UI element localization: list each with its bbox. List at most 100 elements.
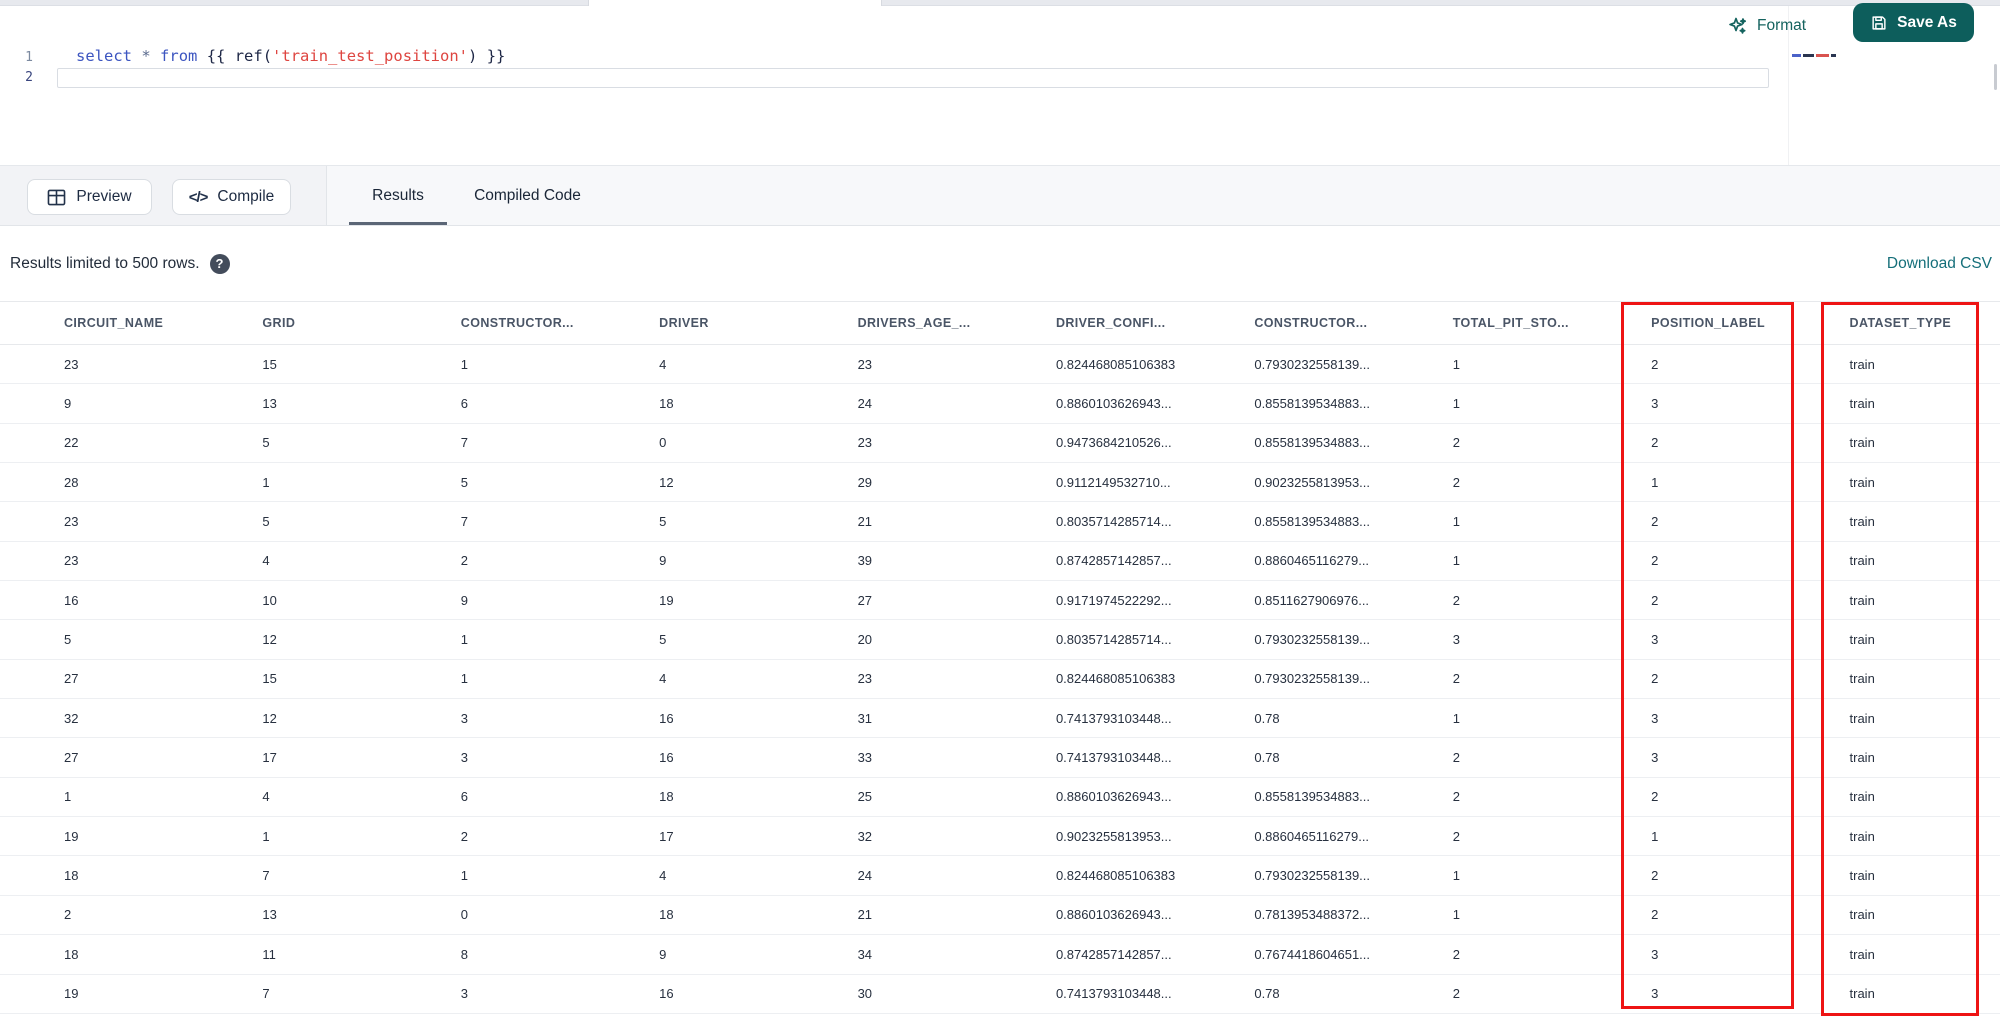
column-header[interactable]: DRIVER [659,316,857,330]
table-cell: 18 [659,789,674,805]
active-tab-underline [349,222,447,225]
column-header[interactable]: CIRCUIT_NAME [64,316,262,330]
jinja-close: }} [486,47,506,65]
table-cell: 17 [262,750,277,766]
ref-function: ref( [234,47,273,65]
table-cell: 2 [1651,435,1659,451]
editor-scrollbar[interactable] [1994,64,1997,90]
table-cell: train [1849,710,1875,726]
results-limit-text: Results limited to 500 rows. [10,254,200,272]
table-cell: 0.9023255813953... [1055,828,1172,844]
table-cell: 0.9171974522292... [1055,592,1172,608]
table-cell: 2 [1452,671,1460,687]
editor-minimap[interactable] [1792,54,1836,57]
table-cell: 2 [1651,553,1659,569]
table-cell: 7 [262,868,270,884]
table-cell: 0.8860103626943... [1055,396,1172,412]
table-row: 23 5 7 5 21 0.8035714285714... 0.8558139534883… [0,502,2000,542]
sparkles-icon [1728,16,1748,36]
save-as-label: Save As [1897,13,1957,31]
tab-compiled-code[interactable]: Compiled Code [455,166,600,225]
table-cell: train [1849,356,1875,372]
table-cell: 3 [1651,750,1659,766]
table-cell: 0.8860465116279... [1254,828,1370,844]
table-cell: 13 [262,396,277,412]
table-cell: 6 [460,396,469,412]
table-cell: 15 [262,671,277,687]
table-cell: 34 [857,946,873,962]
column-header[interactable]: CONSTRUCTOR... [1254,316,1452,330]
table-cell: 19 [64,986,79,1002]
preview-button[interactable]: Preview [27,179,152,215]
table-cell: 20 [857,632,873,648]
format-button[interactable]: Format [1728,16,1806,36]
table-row: 28 1 5 12 29 0.9112149532710... 0.902325581395… [0,463,2000,503]
compile-button[interactable]: </> Compile [172,179,291,215]
table-cell: train [1849,592,1875,608]
table-row: 23 15 1 4 23 0.824468085106383 0.7930232558139… [0,345,2000,385]
column-header[interactable]: GRID [262,316,460,330]
table-cell: 12 [659,474,674,490]
tab-results[interactable]: Results [349,166,447,225]
table-cell: 0.824468085106383 [1055,671,1176,687]
table-body: 23 15 1 4 23 0.824468085106383 0.7930232558139… [0,345,2000,1014]
column-header[interactable]: DATASET_TYPE [1850,316,2000,330]
table-cell: 27 [64,671,79,687]
results-table: CIRCUIT_NAME GRID CONSTRUCTOR... DRIVER DRIV… [0,301,2000,1020]
preview-label: Preview [76,188,132,205]
table-cell: 2 [1452,828,1460,844]
table-cell: 3 [460,750,469,766]
table-cell: 5 [262,435,270,451]
table-cell: 23 [857,671,873,687]
table-cell: 0.7930232558139... [1254,356,1371,372]
sql-editor[interactable]: 1 2 select * from {{ ref('train_test_pos… [0,6,2000,165]
code-line-1[interactable]: select * from {{ ref('train_test_positio… [76,47,505,65]
table-cell: 6 [460,789,469,805]
table-cell: 3 [1651,986,1659,1002]
table-cell: 0.7413793103448... [1055,750,1172,766]
column-header[interactable]: DRIVER_CONFI... [1056,316,1254,330]
table-cell: 10 [262,592,277,608]
table-row: 16 10 9 19 27 0.9171974522292... 0.85116279069… [0,581,2000,621]
table-row: 19 1 2 17 32 0.9023255813953... 0.886046511627… [0,817,2000,857]
table-cell: 2 [1651,514,1659,530]
file-tab-strip[interactable] [0,0,2000,6]
active-line-highlight[interactable] [57,68,1769,88]
table-cell: 9 [64,396,72,412]
column-header[interactable]: POSITION_LABEL [1651,316,1849,330]
table-cell: train [1849,750,1875,766]
table-cell: 7 [460,514,469,530]
table-cell: 16 [64,592,79,608]
table-cell: 23 [64,553,79,569]
table-cell: 1 [1452,356,1460,372]
table-cell: 5 [460,474,469,490]
save-as-button[interactable]: Save As [1853,3,1974,42]
table-cell: 2 [460,553,469,569]
help-icon[interactable]: ? [209,253,230,274]
column-header[interactable]: TOTAL_PIT_STO... [1453,316,1651,330]
download-csv-link[interactable]: Download CSV [1887,255,1992,273]
table-cell: 1 [460,632,469,648]
table-cell: 29 [857,474,873,490]
table-cell: 28 [64,474,79,490]
table-row: 19 7 3 16 30 0.7413793103448... 0.78 2 3 train [0,975,2000,1014]
table-cell: 0.8742857142857... [1055,553,1172,569]
table-cell: 18 [659,396,674,412]
table-cell: 1 [1651,474,1659,490]
column-header[interactable]: DRIVERS_AGE_... [858,316,1056,330]
table-cell: 30 [857,986,873,1002]
table-cell: 39 [857,553,873,569]
table-cell: 17 [659,828,674,844]
floppy-disk-icon [1870,14,1888,32]
table-cell: 0.7674418604651... [1254,946,1371,962]
column-header[interactable]: CONSTRUCTOR... [461,316,659,330]
table-cell: 0.9473684210526... [1055,435,1172,451]
table-cell: 2 [1651,356,1659,372]
table-cell: 2 [1452,789,1460,805]
table-cell: 0.7930232558139... [1254,671,1371,687]
table-cell: 2 [1651,907,1659,923]
table-cell: 7 [262,986,270,1002]
table-cell: 1 [460,356,469,372]
table-cell: 1 [1452,396,1460,412]
active-file-tab[interactable] [588,0,882,6]
